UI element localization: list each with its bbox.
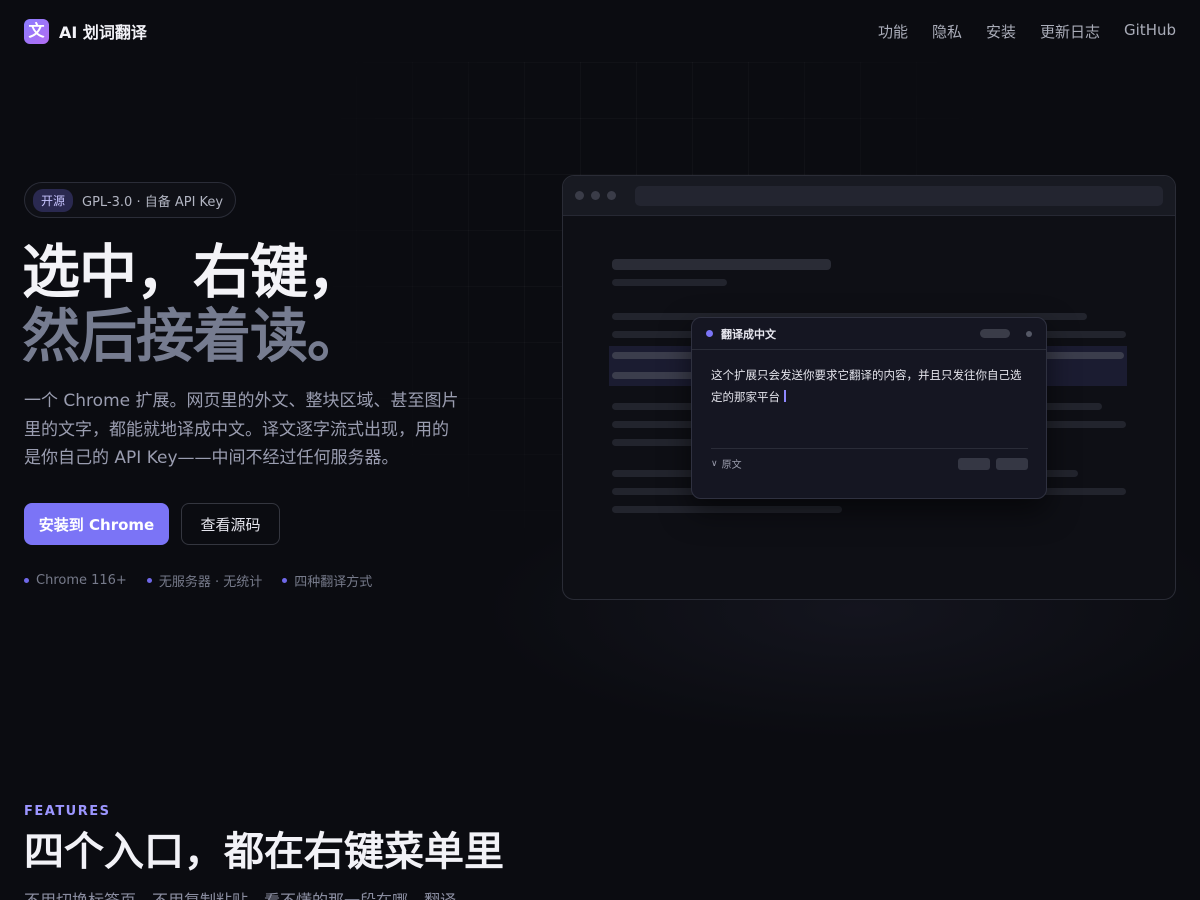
nav-links: 功能 隐私 安装 更新日志 GitHub [878,21,1176,42]
landing-page: 文 AI 划词翻译 功能 隐私 安装 更新日志 GitHub 开源 GPL-3.… [0,0,1200,900]
meta-item: 四种翻译方式 [282,571,372,590]
streaming-caret-icon [784,390,786,402]
window-dot-icon [575,191,584,200]
browser-mockup: 翻译成中文 这个扩展只会发送你要求它翻译的内容，并且只发往你自己选定的那家平台 … [562,175,1176,600]
meta-item: Chrome 116+ [24,571,127,590]
top-nav: 文 AI 划词翻译 功能 隐私 安装 更新日志 GitHub [0,0,1200,62]
bullet-dot-icon [24,578,29,583]
close-dot-icon[interactable] [1026,330,1032,337]
window-dot-icon [591,191,600,200]
translate-logo-icon: 文 [24,18,49,44]
placeholder-line [612,506,842,513]
translation-popup: 翻译成中文 这个扩展只会发送你要求它翻译的内容，并且只发往你自己选定的那家平台 … [691,317,1047,499]
hero-meta: Chrome 116+ 无服务器 · 无统计 四种翻译方式 [24,571,372,590]
install-chrome-button[interactable]: 安装到 Chrome [24,503,169,545]
hero-title-line1: 选中，右键， [22,238,365,306]
show-original-toggle[interactable]: ∨ 原文 [711,456,742,472]
url-bar [635,185,1163,206]
hero-title-line2: 然后接着读。 [22,302,365,370]
placeholder-line [612,279,727,286]
bullet-dot-icon [282,578,288,583]
window-dot-icon [607,191,616,200]
retry-button[interactable] [996,457,1028,470]
status-dot-icon [706,330,713,337]
popup-body: 这个扩展只会发送你要求它翻译的内容，并且只发往你自己选定的那家平台 [692,350,1046,408]
license-badge: 开源 GPL-3.0 · 自备 API Key [24,182,237,218]
original-label: 原文 [721,460,742,471]
language-pill[interactable] [980,329,1010,338]
meta-item: 无服务器 · 无统计 [146,571,263,590]
brand[interactable]: 文 AI 划词翻译 [24,18,147,44]
copy-button[interactable] [958,457,990,470]
translated-text: 这个扩展只会发送你要求它翻译的内容，并且只发往你自己选定的那家平台 [711,368,1022,404]
features-description: 不用切换标签页，不用复制粘贴，看不懂的那一段在哪，翻译 [24,888,456,900]
hero-description: 一个 Chrome 扩展。网页里的外文、整块区域、甚至图片里的文字，都能就地译成… [24,391,459,468]
popup-title: 翻译成中文 [721,327,776,341]
meta-chrome-version: Chrome 116+ [36,573,127,588]
placeholder-title [612,259,831,270]
meta-four-modes: 四种翻译方式 [294,575,373,590]
nav-link-changelog[interactable]: 更新日志 [1040,21,1100,42]
browser-toolbar [563,176,1175,216]
popup-footer: ∨ 原文 [711,448,1028,474]
nav-link-features[interactable]: 功能 [878,21,908,42]
chevron-down-icon: ∨ [711,458,718,469]
features-title: 四个入口，都在右键菜单里 [24,828,504,875]
license-text: GPL-3.0 · 自备 API Key [82,194,224,210]
features-label: FEATURES [24,804,111,819]
brand-name: AI 划词翻译 [59,23,147,42]
popup-header: 翻译成中文 [692,318,1046,350]
nav-link-install[interactable]: 安装 [986,21,1016,42]
bullet-dot-icon [146,578,152,583]
nav-link-github[interactable]: GitHub [1124,21,1176,42]
meta-no-server: 无服务器 · 无统计 [158,575,263,590]
nav-link-privacy[interactable]: 隐私 [932,21,962,42]
view-source-button[interactable]: 查看源码 [181,503,280,545]
hero-title: 选中，右键， 然后接着读。 [22,238,365,370]
open-source-tag: 开源 [33,188,74,212]
